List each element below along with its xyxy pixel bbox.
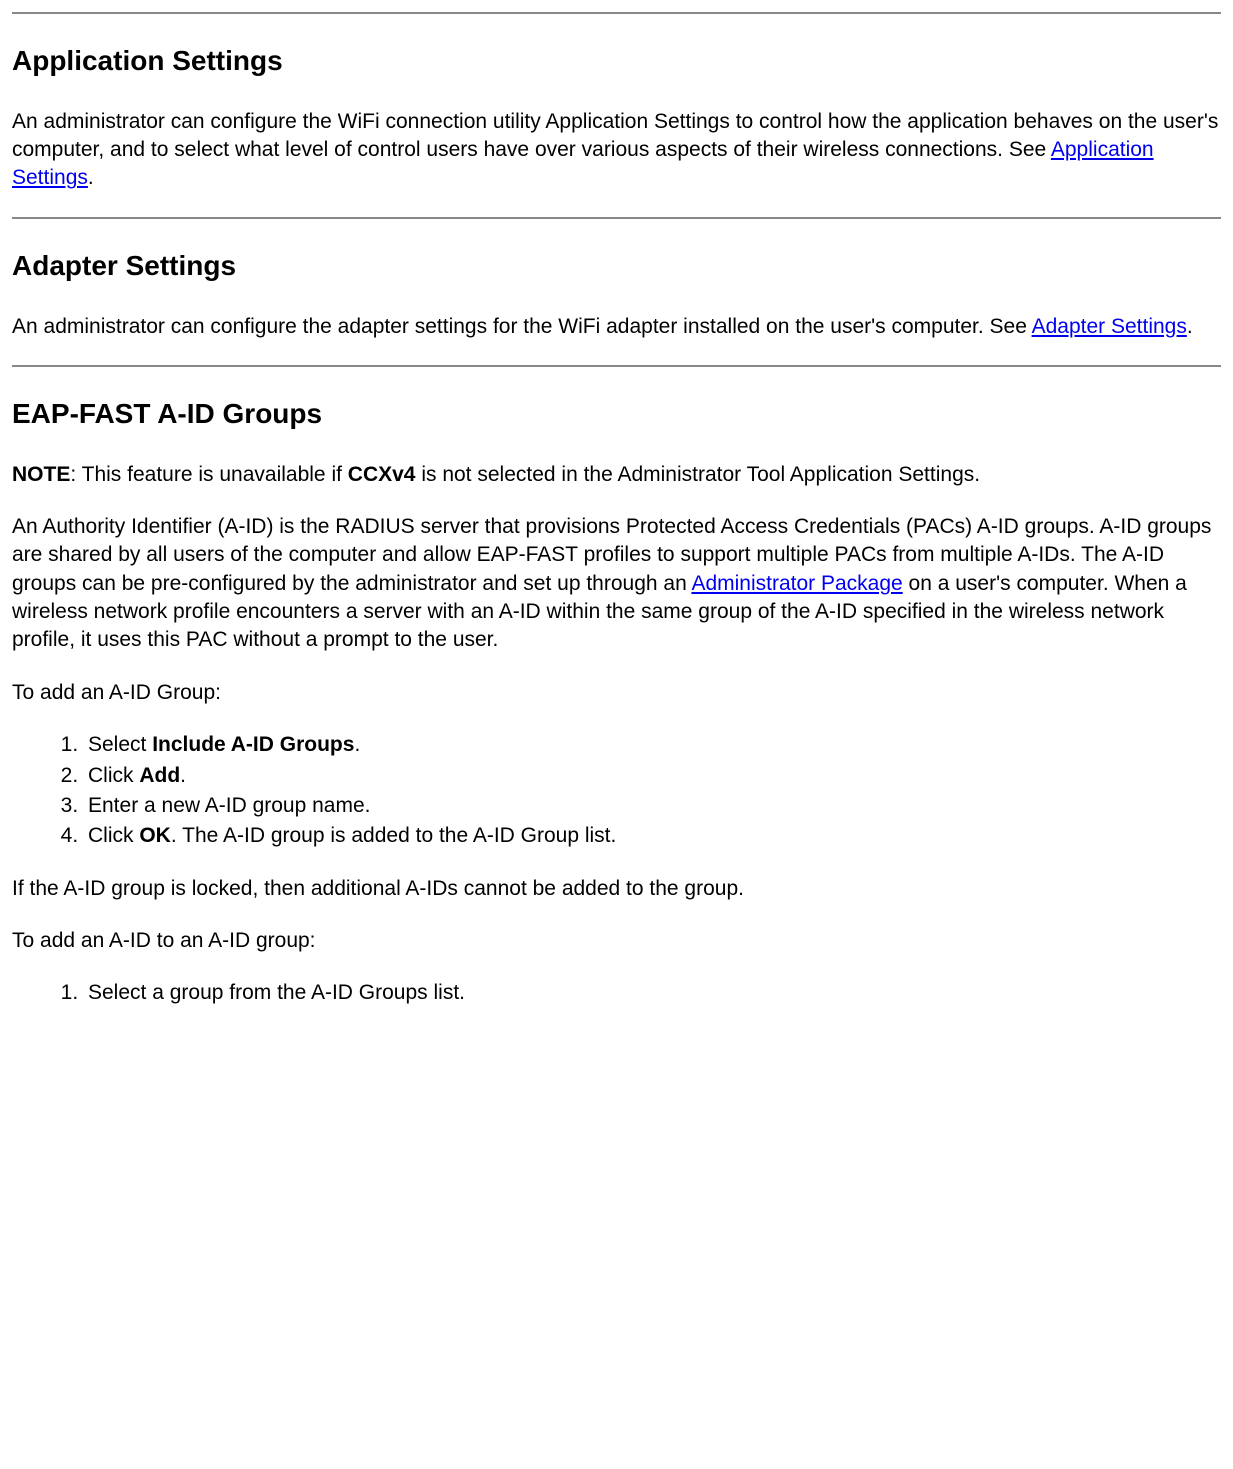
list-item: Enter a new A-ID group name. — [84, 792, 1221, 820]
bold-add: Add — [139, 764, 180, 787]
text: . — [1187, 315, 1193, 338]
bold-ok: OK — [139, 824, 171, 847]
text: . — [180, 764, 186, 787]
text: Click — [88, 764, 139, 787]
paragraph-add-aid-intro: To add an A-ID to an A-ID group: — [12, 927, 1221, 955]
bold-ccxv4: CCXv4 — [348, 463, 416, 486]
paragraph: An administrator can configure the WiFi … — [12, 108, 1221, 193]
list-item: Select Include A-ID Groups. — [84, 731, 1221, 759]
note-label: NOTE — [12, 463, 70, 486]
list-item: Select a group from the A-ID Groups list… — [84, 979, 1221, 1007]
text: is not selected in the Administrator Too… — [415, 463, 980, 486]
paragraph-locked-note: If the A-ID group is locked, then additi… — [12, 875, 1221, 903]
list-item: Click Add. — [84, 762, 1221, 790]
text: Click — [88, 824, 139, 847]
link-administrator-package[interactable]: Administrator Package — [691, 572, 902, 595]
divider — [12, 365, 1221, 367]
divider — [12, 217, 1221, 219]
text: An administrator can configure the WiFi … — [12, 110, 1218, 161]
ordered-list-add-group: Select Include A-ID Groups. Click Add. E… — [12, 731, 1221, 850]
paragraph-add-group-intro: To add an A-ID Group: — [12, 679, 1221, 707]
paragraph: An Authority Identifier (A-ID) is the RA… — [12, 513, 1221, 655]
text: : This feature is unavailable if — [70, 463, 347, 486]
list-item: Click OK. The A-ID group is added to the… — [84, 822, 1221, 850]
text: . — [88, 166, 94, 189]
heading-application-settings: Application Settings — [12, 42, 1221, 80]
ordered-list-add-aid: Select a group from the A-ID Groups list… — [12, 979, 1221, 1007]
paragraph: An administrator can configure the adapt… — [12, 313, 1221, 341]
link-adapter-settings[interactable]: Adapter Settings — [1032, 315, 1187, 338]
heading-adapter-settings: Adapter Settings — [12, 247, 1221, 285]
divider — [12, 12, 1221, 14]
paragraph-note: NOTE: This feature is unavailable if CCX… — [12, 461, 1221, 489]
bold-include-aid-groups: Include A-ID Groups — [152, 733, 354, 756]
text: . The A-ID group is added to the A-ID Gr… — [171, 824, 617, 847]
heading-eap-fast-aid-groups: EAP-FAST A-ID Groups — [12, 395, 1221, 433]
text: . — [354, 733, 360, 756]
text: An administrator can configure the adapt… — [12, 315, 1032, 338]
text: Select — [88, 733, 152, 756]
